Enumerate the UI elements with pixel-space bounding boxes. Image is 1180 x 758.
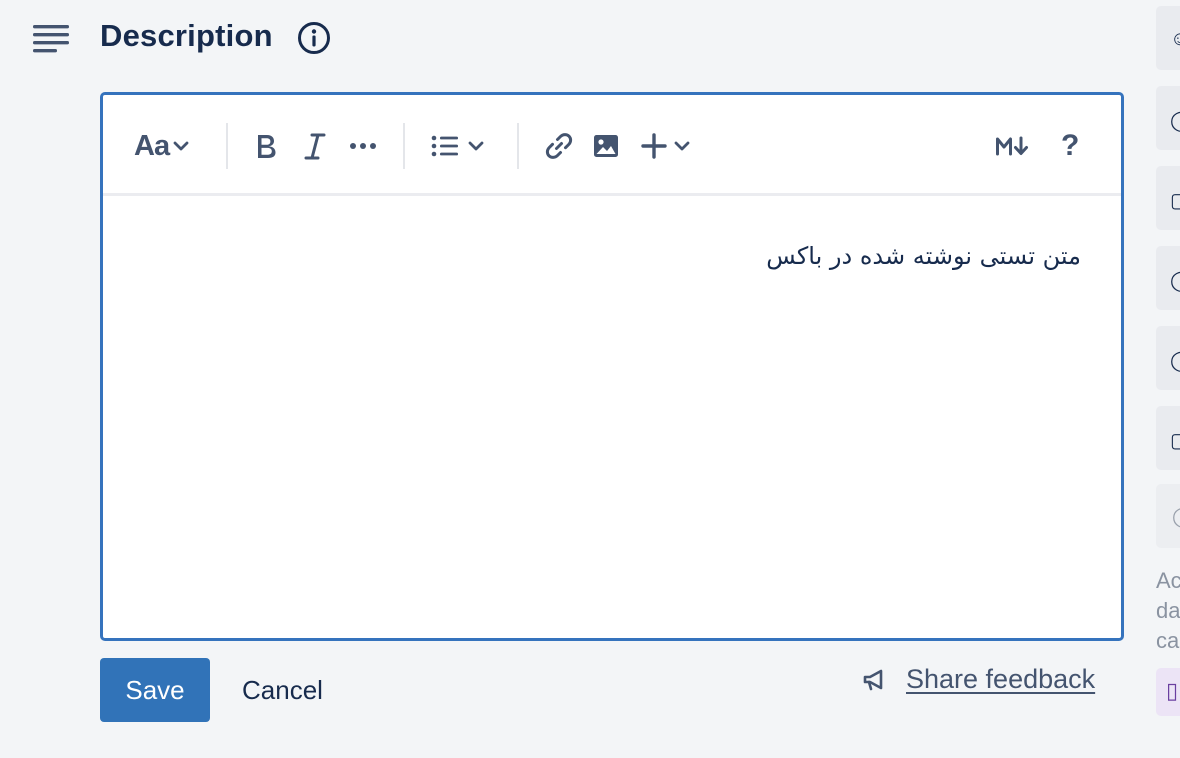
sidebar-text-line: da bbox=[1156, 598, 1180, 623]
sidebar-action-button[interactable]: ☺ bbox=[1156, 6, 1180, 70]
link-button[interactable] bbox=[544, 128, 574, 164]
custom-field-icon: ◯ bbox=[1172, 504, 1180, 529]
cover-icon: ▢ bbox=[1170, 430, 1180, 452]
cancel-button[interactable]: Cancel bbox=[228, 658, 337, 722]
text-style-dropdown[interactable]: Aa bbox=[134, 128, 189, 164]
checklist-icon: ▢ bbox=[1170, 190, 1180, 212]
chevron-down-icon bbox=[674, 141, 690, 151]
sidebar-text-line: ca bbox=[1156, 628, 1180, 653]
bullet-list-dropdown[interactable] bbox=[431, 128, 484, 164]
label-icon: ◯ bbox=[1170, 108, 1180, 133]
markdown-icon bbox=[996, 136, 1028, 156]
more-formatting-button[interactable] bbox=[349, 128, 377, 164]
description-editor: Aa ? متن تستی نوشته شده در باکس bbox=[100, 92, 1124, 641]
bullet-list-icon bbox=[431, 135, 458, 157]
save-button[interactable]: Save bbox=[100, 658, 210, 722]
chevron-down-icon bbox=[173, 141, 189, 151]
text-style-label: Aa bbox=[134, 129, 170, 162]
page-title: Description bbox=[100, 18, 273, 53]
info-circle-icon[interactable] bbox=[297, 21, 331, 55]
italic-button[interactable] bbox=[303, 128, 327, 164]
sidebar-action-button[interactable]: ▢ bbox=[1156, 166, 1180, 230]
clock-icon: ◯ bbox=[1170, 268, 1180, 293]
insert-dropdown[interactable] bbox=[641, 128, 690, 164]
editor-toolbar: Aa ? bbox=[103, 95, 1121, 196]
toolbar-divider bbox=[226, 123, 228, 169]
sidebar-text-line: Ac bbox=[1156, 568, 1180, 593]
sidebar-action-button[interactable]: ◯ bbox=[1156, 326, 1180, 390]
person-icon: ☺ bbox=[1170, 28, 1180, 51]
description-textarea[interactable]: متن تستی نوشته شده در باکس bbox=[103, 196, 1121, 638]
more-formatting-icon bbox=[350, 143, 376, 149]
image-icon bbox=[594, 135, 618, 157]
toolbar-divider bbox=[403, 123, 405, 169]
sidebar-powerup-button[interactable]: ▯ bbox=[1156, 668, 1180, 716]
link-icon bbox=[545, 133, 573, 159]
sidebar-action-button[interactable]: ◯ bbox=[1156, 86, 1180, 150]
image-button[interactable] bbox=[593, 128, 619, 164]
sidebar-action-button[interactable]: ◯ bbox=[1156, 246, 1180, 310]
description-lines-icon bbox=[33, 24, 71, 54]
help-icon: ? bbox=[1061, 129, 1080, 162]
bold-icon bbox=[258, 135, 276, 158]
toolbar-divider bbox=[517, 123, 519, 169]
sidebar-action-button[interactable]: ◯ bbox=[1156, 484, 1180, 548]
bold-button[interactable] bbox=[253, 128, 279, 164]
sidebar-action-button[interactable]: ▢ bbox=[1156, 406, 1180, 470]
megaphone-icon bbox=[862, 667, 888, 693]
markdown-button[interactable] bbox=[995, 128, 1029, 164]
attachment-icon: ◯ bbox=[1170, 348, 1180, 373]
chevron-down-icon bbox=[468, 141, 484, 151]
italic-icon bbox=[304, 133, 326, 160]
sidebar-help-text: Ac da ca bbox=[1156, 566, 1180, 656]
copy-icon: ▯ bbox=[1166, 678, 1179, 703]
plus-icon bbox=[641, 133, 667, 159]
help-button[interactable]: ? bbox=[1061, 128, 1079, 164]
share-feedback-link[interactable]: Share feedback bbox=[906, 664, 1095, 695]
